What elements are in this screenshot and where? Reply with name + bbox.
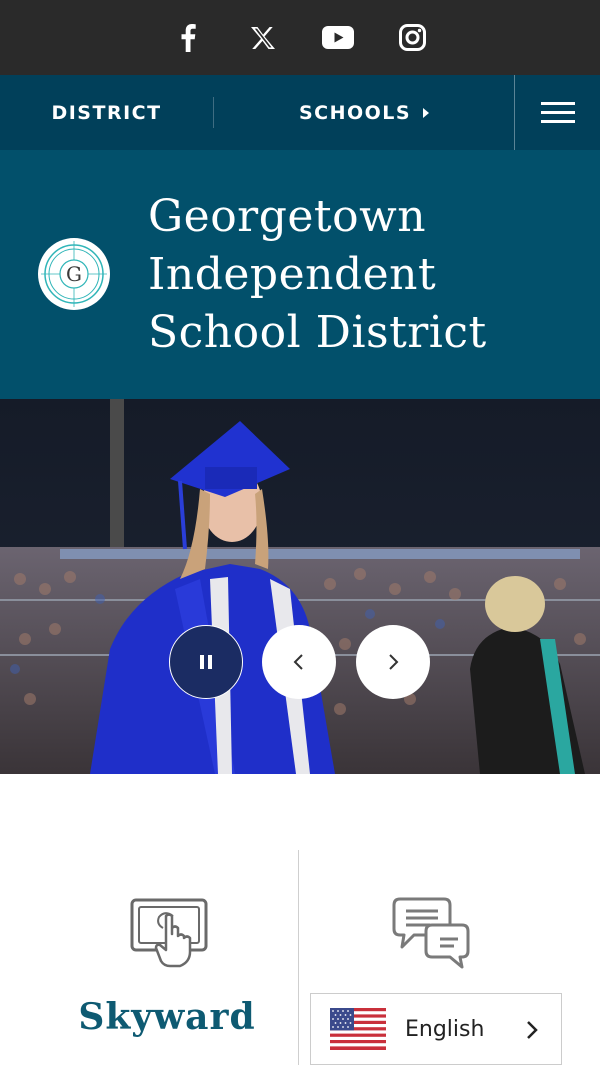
pause-button[interactable] (169, 625, 243, 699)
nav-district[interactable]: DISTRICT (0, 75, 213, 150)
main-nav: DISTRICT SCHOOLS (0, 75, 600, 150)
nav-schools-label: SCHOOLS (298, 101, 412, 124)
page-title: Georgetown Independent School District (148, 191, 487, 358)
hero-slideshow (0, 399, 600, 774)
us-flag-icon (330, 1008, 386, 1050)
skyward-link[interactable]: Skyward (0, 996, 334, 1038)
pause-icon (200, 655, 204, 669)
caret-right-icon (423, 107, 430, 118)
chevron-right-icon (389, 654, 399, 670)
facebook-icon (181, 23, 196, 52)
hamburger-icon (540, 102, 575, 105)
youtube-link[interactable] (300, 0, 375, 75)
instagram-link[interactable] (375, 0, 450, 75)
language-selector[interactable]: English (310, 993, 562, 1065)
chevron-left-icon (293, 654, 303, 670)
chevron-right-icon (527, 1021, 538, 1039)
hamburger-menu-button[interactable] (515, 75, 600, 150)
hero-photo (0, 399, 600, 774)
touchscreen-hand-icon[interactable] (130, 898, 208, 968)
language-label: English (405, 1016, 485, 1042)
chat-bubbles-icon[interactable] (392, 895, 472, 971)
nav-district-label: DISTRICT (51, 101, 162, 124)
social-bar (0, 0, 600, 75)
x-icon (250, 26, 275, 49)
x-link[interactable] (225, 0, 300, 75)
nav-schools[interactable]: SCHOOLS (214, 75, 514, 150)
logo-letter: G (66, 262, 82, 286)
previous-slide-button[interactable] (262, 625, 336, 699)
facebook-link[interactable] (150, 0, 225, 75)
instagram-icon (399, 24, 426, 51)
next-slide-button[interactable] (356, 625, 430, 699)
district-logo[interactable]: G (37, 237, 111, 311)
youtube-icon (321, 26, 354, 49)
